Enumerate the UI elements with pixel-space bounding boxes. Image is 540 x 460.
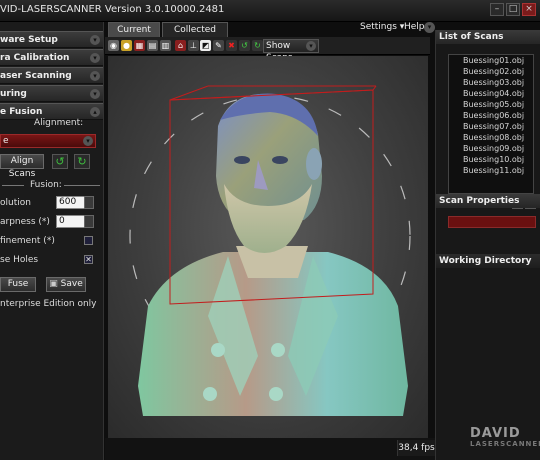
select-icon[interactable]: ◩ [200, 40, 211, 51]
list-item[interactable]: Buessing05.obj [449, 99, 533, 110]
viewport-toolbar: ◉ ● ▦ ▤ ▥ ⌂ ⊥ ◩ ✎ ✖ ↺ ↻ Show Scans ▾ [105, 37, 430, 63]
section-structuring[interactable]: uring ▾ [0, 85, 103, 102]
scanned-bust-model [129, 85, 411, 416]
save-icon: ▣ [49, 279, 61, 289]
minimize-button[interactable]: – [490, 3, 504, 16]
scan-properties-header: Scan Properties [436, 194, 540, 208]
rotate-left-icon[interactable]: ↺ [52, 154, 68, 169]
close-holes-label: se Holes [0, 255, 39, 265]
settings-menu[interactable]: Settings ▾ [360, 22, 404, 35]
section-label: ware Setup [0, 35, 58, 45]
pin-icon[interactable]: ⊥ [188, 40, 199, 51]
table-icon[interactable]: ▥ [160, 40, 171, 51]
sharpness-stepper[interactable] [84, 215, 94, 228]
alignment-dropdown-value: e [3, 136, 9, 146]
divider [2, 185, 24, 186]
status-bar: 38,4 fps [105, 438, 435, 460]
tab-collected-scans[interactable]: Collected Scans [162, 22, 228, 49]
resolution-stepper[interactable] [84, 196, 94, 209]
delete-icon[interactable]: ✖ [226, 40, 237, 51]
section-label: uring [0, 89, 27, 99]
tab-current-scan[interactable]: Current Scan [108, 22, 160, 49]
list-item[interactable]: Buessing09.obj [449, 143, 533, 154]
list-item[interactable]: Buessing07.obj [449, 121, 533, 132]
title-bar: VID-LASERSCANNER Version 3.0.10000.2481 … [0, 0, 540, 22]
grid-icon[interactable]: ▦ [134, 40, 145, 51]
section-label: aser Scanning [0, 71, 72, 81]
list-item[interactable]: Buessing10.obj [449, 154, 533, 165]
bounding-box-icon[interactable]: ⌂ [175, 40, 186, 51]
list-item[interactable]: Buessing08.obj [449, 132, 533, 143]
alignment-heading: Alignment: [34, 118, 84, 128]
chevron-down-icon: ▾ [306, 41, 316, 51]
list-item[interactable]: Buessing01.obj [449, 55, 533, 66]
logo-line-2: LASERSCANNER [470, 440, 540, 448]
chevron-down-icon: ▾ [83, 136, 93, 146]
rotate-right-icon[interactable]: ↻ [74, 154, 90, 169]
list-item[interactable]: Buessing03.obj [449, 77, 533, 88]
chevron-down-icon[interactable]: ▾ [424, 22, 435, 33]
window-title: VID-LASERSCANNER Version 3.0.10000.2481 [0, 4, 225, 15]
alignment-dropdown[interactable]: e ▾ [0, 134, 96, 148]
close-holes-checkbox[interactable]: ✕ [84, 255, 93, 264]
fuse-button[interactable]: Fuse [0, 277, 36, 292]
redo-icon[interactable]: ↻ [252, 40, 263, 51]
logo-line-1: DAVID [470, 426, 521, 441]
align-scans-button[interactable]: Align Scans [0, 154, 44, 179]
chevron-down-icon: ▾ [90, 53, 100, 63]
fusion-heading: Fusion: [30, 180, 62, 190]
chevron-up-icon: ▴ [90, 107, 100, 117]
3d-viewport[interactable] [108, 56, 428, 438]
david-logo: DAVID LASERSCANNER [470, 426, 540, 448]
save-button-label: Save [60, 279, 83, 289]
close-button[interactable]: × [522, 3, 536, 16]
table-icon[interactable]: ▤ [147, 40, 158, 51]
list-item[interactable]: Buessing11.obj [449, 165, 533, 176]
resolution-label: olution [0, 198, 31, 208]
show-scans-dropdown[interactable]: Show Scans ▾ [263, 39, 319, 63]
section-camera-calibration[interactable]: ra Calibration ▾ [0, 49, 103, 66]
refinement-checkbox[interactable] [84, 236, 93, 245]
fps-counter: 38,4 fps [397, 440, 435, 456]
right-panel: List of Scans Buessing01.obj Buessing02.… [435, 30, 540, 460]
camera-icon[interactable]: ◉ [108, 40, 119, 51]
chevron-down-icon: ▾ [90, 35, 100, 45]
edition-note: nterprise Edition only [0, 299, 97, 309]
left-panel: ware Setup ▾ ra Calibration ▾ aser Scann… [0, 22, 104, 460]
divider [64, 185, 100, 186]
list-item[interactable]: Buessing04.obj [449, 88, 533, 99]
list-item[interactable]: Buessing02.obj [449, 66, 533, 77]
scan-list[interactable]: Buessing01.obj Buessing02.obj Buessing03… [448, 54, 534, 194]
refinement-label: finement (*) [0, 236, 55, 246]
working-directory-header: Working Directory [436, 254, 540, 268]
sharpness-label: arpness (*) [0, 217, 50, 227]
brush-icon[interactable]: ✎ [213, 40, 224, 51]
section-label: ra Calibration [0, 53, 70, 63]
list-of-scans-header: List of Scans [436, 30, 540, 44]
light-icon[interactable]: ● [121, 40, 132, 51]
chevron-down-icon: ▾ [90, 71, 100, 81]
scan-property-field[interactable] [448, 216, 536, 228]
list-item[interactable]: Buessing06.obj [449, 110, 533, 121]
section-label: e Fusion [0, 107, 43, 117]
save-button[interactable]: ▣ Save [46, 277, 86, 292]
maximize-button[interactable]: □ [506, 3, 520, 16]
section-hardware-setup[interactable]: ware Setup ▾ [0, 31, 103, 48]
chevron-down-icon: ▾ [90, 89, 100, 99]
section-laser-scanning[interactable]: aser Scanning ▾ [0, 67, 103, 84]
undo-icon[interactable]: ↺ [239, 40, 250, 51]
